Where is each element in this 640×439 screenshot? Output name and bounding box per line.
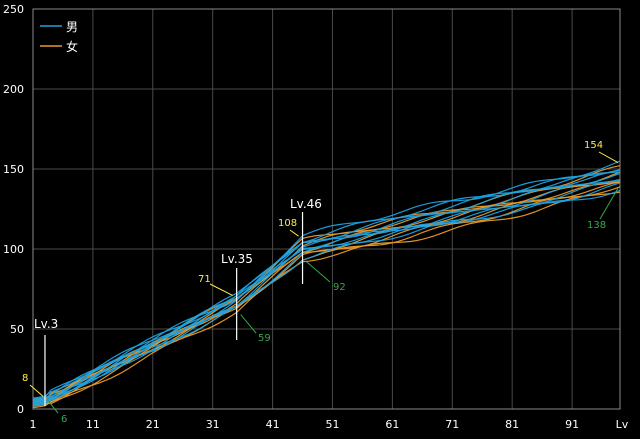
y-tick-label: 50 (10, 323, 24, 336)
x-axis-label: Lv (616, 418, 629, 431)
x-tick-label: 41 (266, 418, 280, 431)
x-tick-label: 31 (206, 418, 220, 431)
x-tick-label: 21 (146, 418, 160, 431)
min-value-label: 59 (258, 333, 271, 344)
legend-label: 男 (66, 20, 78, 34)
x-tick-label: 61 (385, 418, 399, 431)
x-tick-label: 11 (86, 418, 100, 431)
max-value-label: 154 (584, 140, 603, 151)
marker-label: Lv.46 (290, 197, 322, 211)
max-value-label: 108 (278, 218, 297, 229)
marker-label: Lv.3 (34, 317, 58, 331)
max-value-label: 8 (22, 373, 28, 384)
y-tick-label: 200 (3, 83, 24, 96)
min-value-label: 6 (61, 414, 67, 425)
min-value-label: 92 (333, 282, 346, 293)
legend-label: 女 (66, 39, 78, 54)
x-tick-label: 1 (30, 418, 37, 431)
y-tick-label: 0 (17, 403, 24, 416)
x-tick-label: 71 (445, 418, 459, 431)
x-tick-label: 81 (505, 418, 519, 431)
y-tick-label: 100 (3, 243, 24, 256)
marker-label: Lv.35 (221, 252, 253, 266)
max-value-label: 71 (198, 274, 211, 285)
chart-container: Lv.3 Lv.35 Lv.46 8 6 71 59 108 92 154 138 0 50 100 1… (0, 0, 640, 435)
min-value-label: 138 (587, 220, 606, 231)
line-chart: Lv.3 Lv.35 Lv.46 8 6 71 59 108 92 154 138 0 50 100 1… (0, 0, 640, 435)
x-tick-label: 91 (565, 418, 579, 431)
y-tick-label: 150 (3, 163, 24, 176)
y-tick-label: 250 (3, 3, 24, 16)
x-tick-label: 51 (325, 418, 339, 431)
